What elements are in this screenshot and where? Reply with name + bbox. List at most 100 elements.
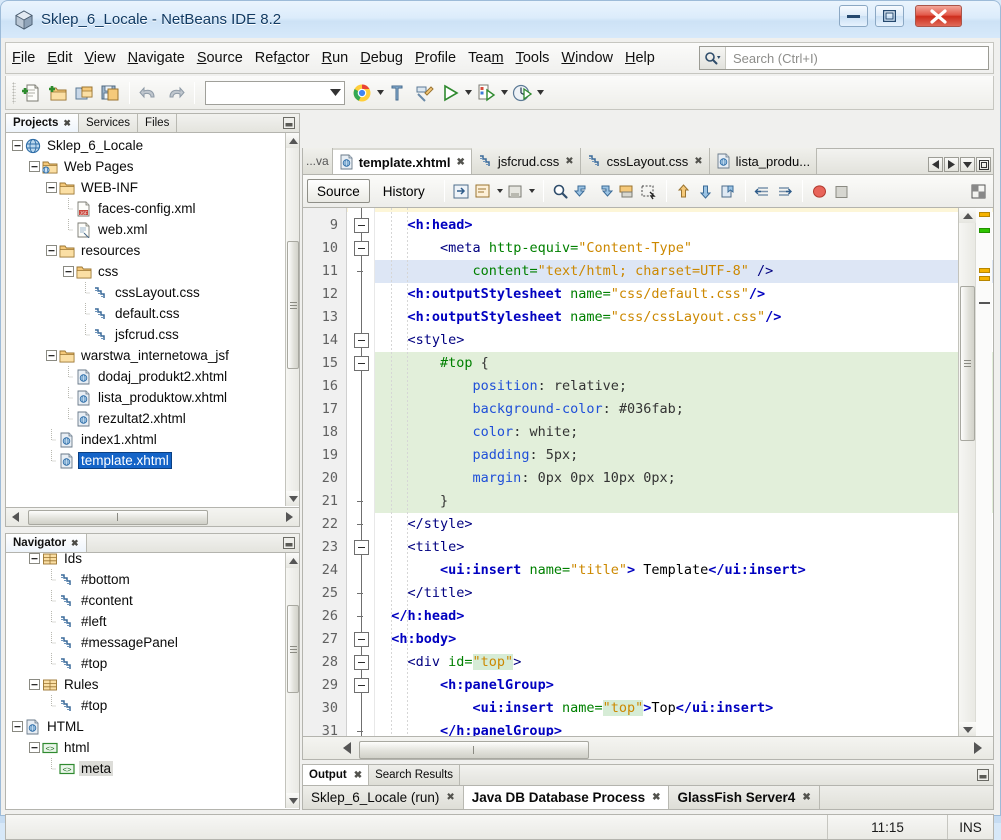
search-input[interactable]: Search (Ctrl+I) bbox=[699, 46, 989, 70]
history-view-button[interactable]: History bbox=[374, 179, 434, 203]
tab-glassfish-server[interactable]: GlassFish Server4 ✖ bbox=[669, 786, 820, 809]
editor-tab-template-xhtml[interactable]: template.xhtml ✖ bbox=[332, 148, 472, 174]
fold-toggle-icon[interactable] bbox=[354, 632, 369, 647]
collapse-toggle-icon[interactable] bbox=[10, 135, 24, 156]
fold-toggle-icon[interactable] bbox=[354, 241, 369, 256]
menu-view[interactable]: View bbox=[78, 46, 121, 70]
run-project-button[interactable] bbox=[437, 80, 463, 106]
next-bookmark-button[interactable] bbox=[695, 179, 717, 203]
project-tree-item[interactable]: dodaj_produkt2.xhtml bbox=[6, 366, 229, 387]
profile-dropdown-arrow[interactable] bbox=[535, 80, 545, 106]
minimize-window-icon[interactable] bbox=[973, 765, 993, 785]
tab-list-button[interactable] bbox=[960, 157, 975, 172]
close-button[interactable] bbox=[915, 5, 962, 27]
refactor-dropdown-arrow[interactable] bbox=[495, 178, 505, 204]
shift-right-button[interactable] bbox=[774, 179, 796, 203]
minimize-button[interactable] bbox=[839, 5, 868, 27]
browser-button[interactable] bbox=[349, 80, 375, 106]
fold-toggle-icon[interactable] bbox=[354, 655, 369, 670]
project-tree-item[interactable]: rezultat2.xhtml bbox=[6, 408, 188, 429]
scroll-right-button[interactable] bbox=[968, 740, 987, 757]
navigator-tree-item[interactable]: #left bbox=[6, 611, 109, 632]
scroll-thumb[interactable] bbox=[287, 241, 299, 369]
collapse-toggle-icon[interactable] bbox=[27, 674, 41, 695]
new-project-button[interactable] bbox=[45, 80, 71, 106]
undo-button[interactable] bbox=[136, 80, 162, 106]
fold-toggle-icon[interactable] bbox=[354, 333, 369, 348]
warning-mark[interactable] bbox=[979, 268, 990, 273]
menu-navigate[interactable]: Navigate bbox=[122, 46, 191, 70]
navigator-tree-item[interactable]: #top bbox=[6, 695, 109, 716]
scroll-down-button[interactable] bbox=[286, 793, 299, 808]
scroll-thumb[interactable] bbox=[287, 605, 299, 693]
toggle-highlight-button[interactable] bbox=[616, 179, 638, 203]
new-file-button[interactable] bbox=[19, 80, 45, 106]
toggle-bookmark-button[interactable] bbox=[717, 179, 739, 203]
code-text-area[interactable]: <h:head> <meta http-equiv="Content-Type"… bbox=[375, 208, 993, 736]
menu-edit[interactable]: Edit bbox=[41, 46, 78, 70]
navigator-tree-item[interactable]: <> html bbox=[6, 737, 92, 758]
scroll-right-button[interactable] bbox=[280, 509, 299, 526]
tab-files[interactable]: Files bbox=[138, 114, 178, 132]
editor-tab-lista-produ[interactable]: lista_produ... bbox=[709, 148, 818, 174]
collapse-toggle-icon[interactable] bbox=[10, 716, 24, 737]
tab-services[interactable]: Services bbox=[79, 114, 139, 132]
menu-help[interactable]: Help bbox=[619, 46, 661, 70]
projects-tree[interactable]: Sklep_6_Locale Web Pages WEB-INF JSF faces-c… bbox=[6, 133, 281, 507]
project-tree-item[interactable]: css bbox=[6, 261, 120, 282]
project-tree-item[interactable]: web.xml bbox=[6, 219, 150, 240]
error-annotation-strip[interactable] bbox=[975, 208, 992, 736]
project-tree-item[interactable]: JSF faces-config.xml bbox=[6, 198, 198, 219]
hscroll-thumb[interactable] bbox=[28, 509, 208, 525]
collapse-toggle-icon[interactable] bbox=[44, 177, 58, 198]
hscroll-track[interactable] bbox=[25, 509, 280, 526]
project-config-combo[interactable] bbox=[205, 80, 345, 105]
profile-project-button[interactable] bbox=[509, 80, 535, 106]
navigator-tree-item[interactable]: #top bbox=[6, 653, 109, 674]
maximize-editor-button[interactable] bbox=[976, 157, 991, 172]
navigator-tree-item[interactable]: Rules bbox=[6, 674, 101, 695]
hscroll-track[interactable] bbox=[356, 740, 968, 759]
browser-dropdown-arrow[interactable] bbox=[375, 80, 385, 106]
debug-project-button[interactable] bbox=[473, 80, 499, 106]
search-icon[interactable] bbox=[700, 47, 726, 69]
tab-output[interactable]: Output ✖ bbox=[303, 765, 370, 785]
project-tree-item[interactable]: cssLayout.css bbox=[6, 282, 202, 303]
stop-button[interactable] bbox=[831, 179, 853, 203]
scroll-tabs-left-button[interactable] bbox=[928, 157, 943, 172]
debug-dropdown-arrow[interactable] bbox=[499, 80, 509, 106]
tab-navigator[interactable]: Navigator ✖ bbox=[6, 534, 87, 552]
code-editor[interactable]: 9 10 11 12 13 14 15 16 17 18 19 20 21 22 23 24 25 26 27 28 2… bbox=[302, 208, 994, 737]
navigator-tree-item[interactable]: #content bbox=[6, 590, 135, 611]
tab-projects[interactable]: Projects ✖ bbox=[6, 114, 79, 132]
hscroll-thumb[interactable] bbox=[359, 740, 589, 759]
menu-run[interactable]: Run bbox=[316, 46, 355, 70]
editor-tab-va[interactable]: ...va bbox=[303, 148, 333, 174]
tab-run-process[interactable]: Sklep_6_Locale (run) ✖ bbox=[303, 786, 464, 809]
navigator-tree-item[interactable]: #messagePanel bbox=[6, 632, 180, 653]
save-all-button[interactable] bbox=[97, 80, 123, 106]
scroll-down-button[interactable] bbox=[286, 491, 299, 506]
toolbar-grip[interactable] bbox=[12, 81, 16, 104]
maximize-button[interactable] bbox=[875, 5, 904, 27]
scroll-down-button[interactable] bbox=[959, 722, 976, 736]
collapse-toggle-icon[interactable] bbox=[61, 261, 75, 282]
fold-toggle-icon[interactable] bbox=[354, 218, 369, 233]
project-tree-item[interactable]: jsfcrud.css bbox=[6, 324, 181, 345]
warning-mark[interactable] bbox=[979, 276, 990, 281]
scroll-left-button[interactable] bbox=[337, 740, 356, 757]
caret-mark[interactable] bbox=[979, 302, 990, 304]
menu-team[interactable]: Team bbox=[462, 46, 509, 70]
scroll-up-button[interactable] bbox=[959, 208, 976, 223]
project-tree-item[interactable]: index1.xhtml bbox=[6, 429, 159, 450]
editor-tab-csslayout-css[interactable]: cssLayout.css ✖ bbox=[580, 148, 710, 174]
minimize-window-icon[interactable] bbox=[279, 534, 299, 552]
close-icon[interactable]: ✖ bbox=[652, 792, 660, 803]
collapse-toggle-icon[interactable] bbox=[44, 240, 58, 261]
menu-file[interactable]: File bbox=[6, 46, 41, 70]
close-icon[interactable]: ✖ bbox=[694, 156, 702, 167]
close-icon[interactable]: ✖ bbox=[63, 118, 71, 129]
project-tree-item[interactable]: Web Pages bbox=[6, 156, 136, 177]
menu-profile[interactable]: Profile bbox=[409, 46, 462, 70]
menu-debug[interactable]: Debug bbox=[354, 46, 409, 70]
